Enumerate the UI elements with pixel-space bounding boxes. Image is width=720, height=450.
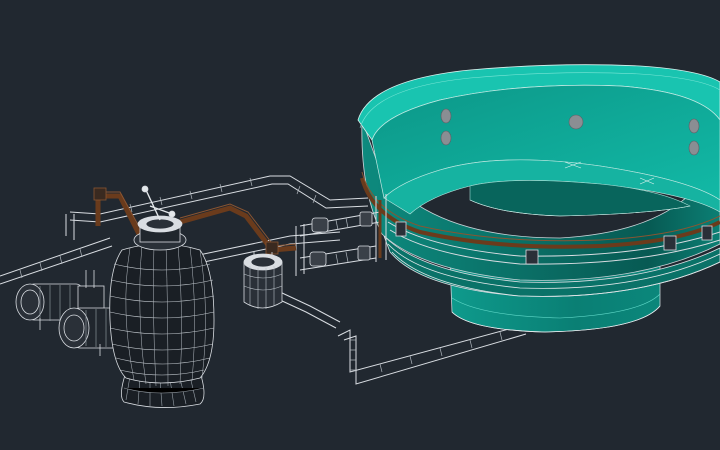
filter-tank: [109, 243, 215, 384]
hot-tub[interactable]: [357, 64, 720, 333]
jet-icon: [688, 118, 700, 134]
filter-return-pipe: [93, 187, 297, 255]
jet-icon: [440, 108, 452, 124]
cad-viewport[interactable]: [0, 0, 720, 450]
jet-icon: [688, 140, 700, 156]
isometric-hot-tub-drawing: [0, 64, 720, 408]
heater-canister[interactable]: [243, 252, 283, 309]
jet-icon: [440, 130, 452, 146]
jet-icon: [568, 114, 584, 130]
